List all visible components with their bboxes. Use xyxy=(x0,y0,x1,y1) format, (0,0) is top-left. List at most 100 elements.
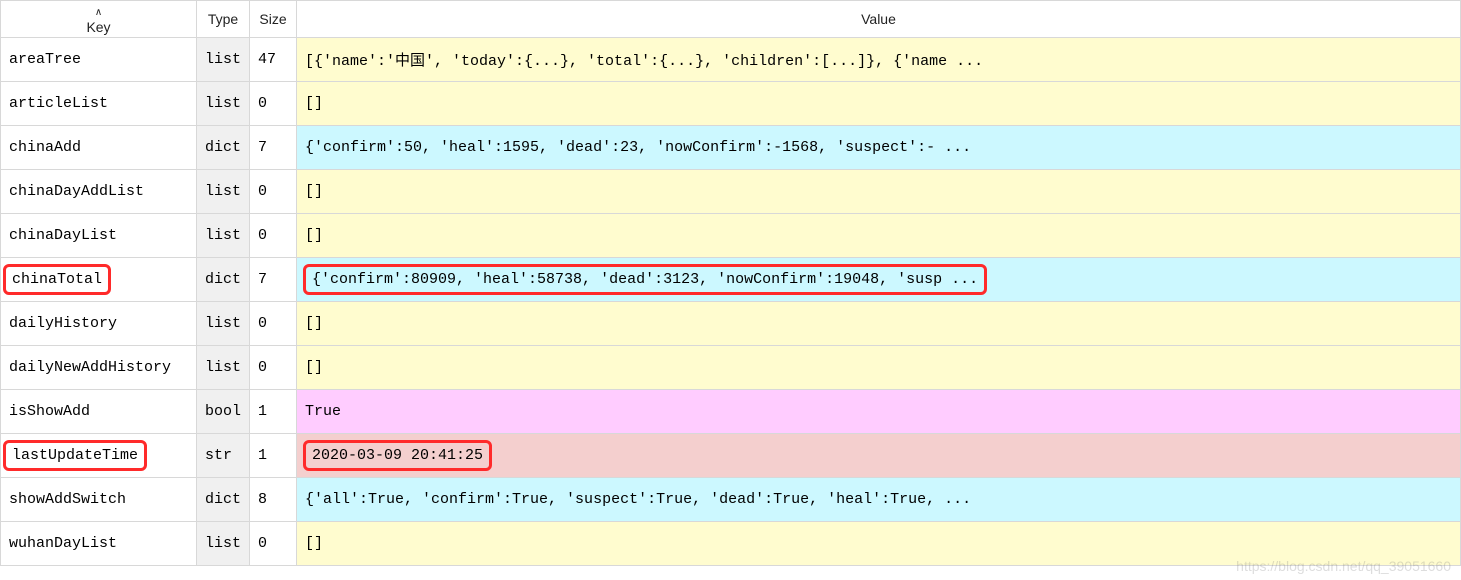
cell-size[interactable]: 47 xyxy=(250,38,297,82)
type-text: list xyxy=(205,227,241,244)
header-key[interactable]: ∧ Key xyxy=(1,1,197,38)
key-text: articleList xyxy=(9,95,108,112)
header-value-label: Value xyxy=(861,11,896,27)
cell-type[interactable]: dict xyxy=(197,258,250,302)
value-text: [] xyxy=(305,227,323,244)
cell-value[interactable]: {'confirm':50, 'heal':1595, 'dead':23, '… xyxy=(297,126,1461,170)
size-text: 1 xyxy=(258,403,267,420)
cell-type[interactable]: list xyxy=(197,522,250,566)
key-text: isShowAdd xyxy=(9,403,90,420)
cell-key[interactable]: isShowAdd xyxy=(1,390,197,434)
cell-value[interactable]: {'all':True, 'confirm':True, 'suspect':T… xyxy=(297,478,1461,522)
cell-key[interactable]: chinaDayAddList xyxy=(1,170,197,214)
cell-type[interactable]: list xyxy=(197,214,250,258)
cell-size[interactable]: 1 xyxy=(250,434,297,478)
cell-key[interactable]: chinaAdd xyxy=(1,126,197,170)
type-text: list xyxy=(205,95,241,112)
key-text: chinaDayList xyxy=(9,227,117,244)
cell-size[interactable]: 7 xyxy=(250,126,297,170)
type-text: dict xyxy=(205,271,241,288)
cell-type[interactable]: dict xyxy=(197,478,250,522)
size-text: 0 xyxy=(258,359,267,376)
cell-size[interactable]: 0 xyxy=(250,214,297,258)
size-text: 0 xyxy=(258,227,267,244)
cell-size[interactable]: 0 xyxy=(250,302,297,346)
cell-key[interactable]: lastUpdateTime xyxy=(1,434,197,478)
cell-size[interactable]: 0 xyxy=(250,82,297,126)
table-row[interactable]: wuhanDayList list 0 [] xyxy=(1,522,1461,566)
table-row[interactable]: articleList list 0 [] xyxy=(1,82,1461,126)
key-text: showAddSwitch xyxy=(9,491,126,508)
cell-key[interactable]: wuhanDayList xyxy=(1,522,197,566)
cell-value[interactable]: [] xyxy=(297,302,1461,346)
type-text: dict xyxy=(205,139,241,156)
cell-value[interactable]: [] xyxy=(297,522,1461,566)
cell-key[interactable]: showAddSwitch xyxy=(1,478,197,522)
table-row[interactable]: chinaDayAddList list 0 [] xyxy=(1,170,1461,214)
key-text: chinaDayAddList xyxy=(9,183,144,200)
cell-type[interactable]: list xyxy=(197,38,250,82)
cell-size[interactable]: 1 xyxy=(250,390,297,434)
table-row[interactable]: areaTreelist 47 [{'name':'中国', 'today':{..… xyxy=(1,38,1461,82)
cell-type[interactable]: list xyxy=(197,170,250,214)
key-text: dailyNewAddHistory xyxy=(9,359,171,376)
table-row[interactable]: dailyHistory list 0 [] xyxy=(1,302,1461,346)
cell-value[interactable]: [] xyxy=(297,214,1461,258)
size-text: 0 xyxy=(258,183,267,200)
cell-key[interactable]: areaTree xyxy=(1,38,197,82)
variable-explorer-table: ∧ Key Type Size Value areaTreelist47[{'n… xyxy=(0,0,1461,566)
cell-value[interactable]: 2020-03-09 20:41:25 xyxy=(297,434,1461,478)
table-header-row: ∧ Key Type Size Value xyxy=(1,1,1461,38)
size-text: 7 xyxy=(258,271,267,288)
cell-size[interactable]: 7 xyxy=(250,258,297,302)
type-text: dict xyxy=(205,491,241,508)
type-text: str xyxy=(205,447,232,464)
table-row[interactable]: dailyNewAddHistory list 0 [] xyxy=(1,346,1461,390)
cell-value[interactable]: [] xyxy=(297,346,1461,390)
header-type-label: Type xyxy=(208,11,238,27)
value-text: [{'name':'中国', 'today':{...}, 'total':{.… xyxy=(305,49,983,70)
header-size[interactable]: Size xyxy=(250,1,297,38)
value-text: [] xyxy=(305,95,323,112)
table-row[interactable]: chinaAdd dict 7{'confirm':50, 'heal':1595,… xyxy=(1,126,1461,170)
header-size-label: Size xyxy=(259,11,286,27)
cell-type[interactable]: list xyxy=(197,302,250,346)
cell-key[interactable]: articleList xyxy=(1,82,197,126)
value-text: {'confirm':80909, 'heal':58738, 'dead':3… xyxy=(303,264,987,295)
table-row[interactable]: isShowAdd bool 1 True xyxy=(1,390,1461,434)
cell-value[interactable]: [] xyxy=(297,170,1461,214)
cell-size[interactable]: 0 xyxy=(250,522,297,566)
cell-key[interactable]: dailyHistory xyxy=(1,302,197,346)
cell-type[interactable]: list xyxy=(197,346,250,390)
header-type[interactable]: Type xyxy=(197,1,250,38)
cell-value[interactable]: [] xyxy=(297,82,1461,126)
table-row[interactable]: showAddSwitch dict 8{'all':True, 'confirm'… xyxy=(1,478,1461,522)
cell-type[interactable]: bool xyxy=(197,390,250,434)
cell-value[interactable]: [{'name':'中国', 'today':{...}, 'total':{.… xyxy=(297,38,1461,82)
cell-key[interactable]: chinaTotal xyxy=(1,258,197,302)
table-row[interactable]: lastUpdateTime str 12020-03-09 20:41:25 xyxy=(1,434,1461,478)
cell-size[interactable]: 8 xyxy=(250,478,297,522)
type-text: list xyxy=(205,535,241,552)
table-row[interactable]: chinaTotal dict 7 {'confirm':80909, 'heal':… xyxy=(1,258,1461,302)
size-text: 0 xyxy=(258,535,267,552)
type-text: bool xyxy=(205,403,241,420)
header-key-label: Key xyxy=(86,19,110,35)
cell-value[interactable]: True xyxy=(297,390,1461,434)
cell-size[interactable]: 0 xyxy=(250,170,297,214)
header-value[interactable]: Value xyxy=(297,1,1461,38)
cell-type[interactable]: list xyxy=(197,82,250,126)
type-text: list xyxy=(205,183,241,200)
cell-type[interactable]: str xyxy=(197,434,250,478)
cell-key[interactable]: chinaDayList xyxy=(1,214,197,258)
cell-size[interactable]: 0 xyxy=(250,346,297,390)
size-text: 47 xyxy=(258,51,276,68)
table-row[interactable]: chinaDayList list 0 [] xyxy=(1,214,1461,258)
type-text: list xyxy=(205,315,241,332)
value-text: [] xyxy=(305,535,323,552)
cell-type[interactable]: dict xyxy=(197,126,250,170)
cell-key[interactable]: dailyNewAddHistory xyxy=(1,346,197,390)
cell-value[interactable]: {'confirm':80909, 'heal':58738, 'dead':3… xyxy=(297,258,1461,302)
value-text: True xyxy=(305,403,341,420)
size-text: 0 xyxy=(258,315,267,332)
